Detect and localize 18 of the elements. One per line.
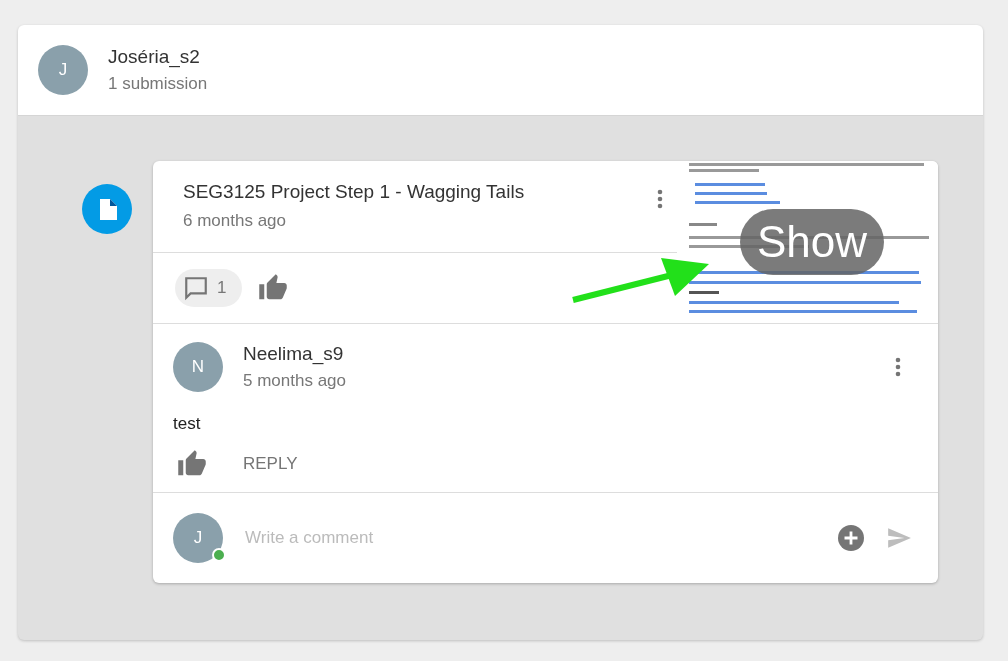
commenter-name: Neelima_s9 xyxy=(243,343,345,365)
document-icon xyxy=(82,184,132,234)
comment-icon xyxy=(183,275,209,301)
comment-time: 5 months ago xyxy=(243,371,347,391)
show-button[interactable]: Show xyxy=(740,209,884,275)
comment-text: test xyxy=(173,414,202,434)
commenter-avatar: N xyxy=(173,342,223,392)
user-name: Joséria_s2 xyxy=(108,46,201,68)
user-avatar: J xyxy=(38,45,88,95)
add-icon[interactable] xyxy=(838,525,864,551)
submission-title[interactable]: SEG3125 Project Step 1 - Wagging Tails xyxy=(183,181,657,203)
more-options-icon[interactable] xyxy=(895,357,901,377)
comments-button[interactable]: 1 xyxy=(175,269,243,307)
submission-time: 6 months ago xyxy=(183,211,287,231)
more-options-icon[interactable] xyxy=(657,189,663,209)
user-avatar: J xyxy=(173,513,223,563)
submission-count: 1 submission xyxy=(108,74,208,94)
reply-button[interactable]: REPLY xyxy=(227,446,314,482)
